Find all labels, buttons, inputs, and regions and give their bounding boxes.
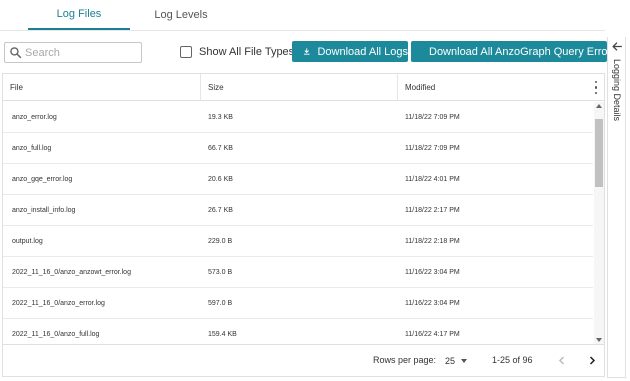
table-row[interactable]: 2022_11_16_0/anzo_error.log 597.0 B 11/16/… xyxy=(3,288,593,319)
cell-size: 229.0 B xyxy=(208,237,233,245)
table-row[interactable]: anzo_full.log 66.7 KB 11/18/22 7:09 PM xyxy=(3,133,593,164)
chevron-left-icon[interactable] xyxy=(556,354,568,367)
cell-size: 66.7 KB xyxy=(208,144,233,152)
pagination-range: 1-25 of 96 xyxy=(492,355,533,365)
download-icon xyxy=(303,48,310,55)
show-all-checkbox[interactable] xyxy=(180,46,192,58)
table-row[interactable]: 2022_11_16_0/anzo_anzowt_error.log 573.0 … xyxy=(3,257,593,288)
table-row[interactable]: output.log 229.0 B 11/18/22 2:18 PM xyxy=(3,226,593,257)
rows-per-page-label: Rows per page: xyxy=(373,355,437,365)
scroll-down-icon[interactable] xyxy=(596,338,602,342)
rows-per-page-select[interactable]: 25 xyxy=(445,354,468,367)
tab-log-files[interactable]: Log Files xyxy=(28,0,130,30)
scroll-up-icon[interactable] xyxy=(596,104,602,108)
log-files-table: File Size Modified anzo_error.log 19.3 KB… xyxy=(2,73,605,345)
cell-file: output.log xyxy=(12,237,43,245)
arrow-left-icon[interactable] xyxy=(611,40,624,53)
cell-file: 2022_11_16_0/anzo_error.log xyxy=(12,299,105,307)
cell-modified: 11/18/22 7:09 PM xyxy=(405,144,460,152)
cell-file: anzo_install_info.log xyxy=(12,206,76,214)
cell-size: 26.7 KB xyxy=(208,206,233,214)
search-icon xyxy=(10,47,22,59)
download-anzograph-errors-button[interactable]: Download All AnzoGraph Query Errors xyxy=(411,41,617,62)
column-header-size[interactable]: Size xyxy=(201,74,398,101)
search-input[interactable] xyxy=(25,46,135,59)
cell-modified: 11/16/22 3:04 PM xyxy=(405,268,460,276)
column-header-file[interactable]: File xyxy=(3,74,201,101)
table-row[interactable]: 2022_11_16_0/anzo_full.log 159.4 KB 11/16/… xyxy=(3,319,593,344)
table-row[interactable]: anzo_error.log 19.3 KB 11/18/22 7:09 PM xyxy=(3,102,593,133)
download-anzograph-errors-label: Download All AnzoGraph Query Errors xyxy=(429,45,617,58)
more-vert-icon[interactable] xyxy=(591,81,601,94)
table-row[interactable]: anzo_install_info.log 26.7 KB 11/18/22 2:1… xyxy=(3,195,593,226)
cell-modified: 11/16/22 4:17 PM xyxy=(405,330,460,338)
table-row[interactable]: anzo_gqe_error.log 20.6 KB 11/18/22 4:01 P… xyxy=(3,164,593,195)
rows-per-page-value: 25 xyxy=(445,355,456,366)
chevron-down-icon xyxy=(461,358,468,363)
cell-size: 19.3 KB xyxy=(208,113,233,121)
cell-size: 573.0 B xyxy=(208,268,233,276)
cell-modified: 11/18/22 2:18 PM xyxy=(405,237,460,245)
show-all-file-types-toggle[interactable]: Show All File Types xyxy=(180,45,294,59)
cell-file: 2022_11_16_0/anzo_full.log xyxy=(12,330,100,338)
cell-modified: 11/18/22 7:09 PM xyxy=(405,113,460,121)
tab-log-levels[interactable]: Log Levels xyxy=(130,0,232,30)
scrollbar-thumb[interactable] xyxy=(595,119,603,187)
logging-details-panel: Logging Details xyxy=(607,37,626,378)
cell-file: anzo_full.log xyxy=(12,144,52,152)
show-all-label: Show All File Types xyxy=(199,46,295,58)
cell-size: 597.0 B xyxy=(208,299,233,307)
cell-file: 2022_11_16_0/anzo_anzowt_error.log xyxy=(12,268,131,276)
chevron-right-icon[interactable] xyxy=(586,354,598,367)
cell-file: anzo_gqe_error.log xyxy=(12,175,73,183)
cell-modified: 11/16/22 3:04 PM xyxy=(405,299,460,307)
cell-modified: 11/18/22 4:01 PM xyxy=(405,175,460,183)
cell-modified: 11/18/22 2:17 PM xyxy=(405,206,460,214)
cell-size: 20.6 KB xyxy=(208,175,233,183)
cell-file: anzo_error.log xyxy=(12,113,57,121)
search-box[interactable] xyxy=(4,42,142,63)
tab-bar: Log Files Log Levels xyxy=(0,0,605,31)
download-all-logs-label: Download All Logs xyxy=(317,45,408,58)
table-header: File Size Modified xyxy=(3,74,604,101)
table-scrollbar[interactable] xyxy=(594,102,604,344)
download-all-logs-button[interactable]: Download All Logs xyxy=(292,41,408,62)
cell-size: 159.4 KB xyxy=(208,330,237,338)
pagination-bar: Rows per page: 25 1-25 of 96 xyxy=(2,345,605,377)
column-header-modified[interactable]: Modified xyxy=(398,74,591,101)
logging-details-label[interactable]: Logging Details xyxy=(612,59,622,121)
